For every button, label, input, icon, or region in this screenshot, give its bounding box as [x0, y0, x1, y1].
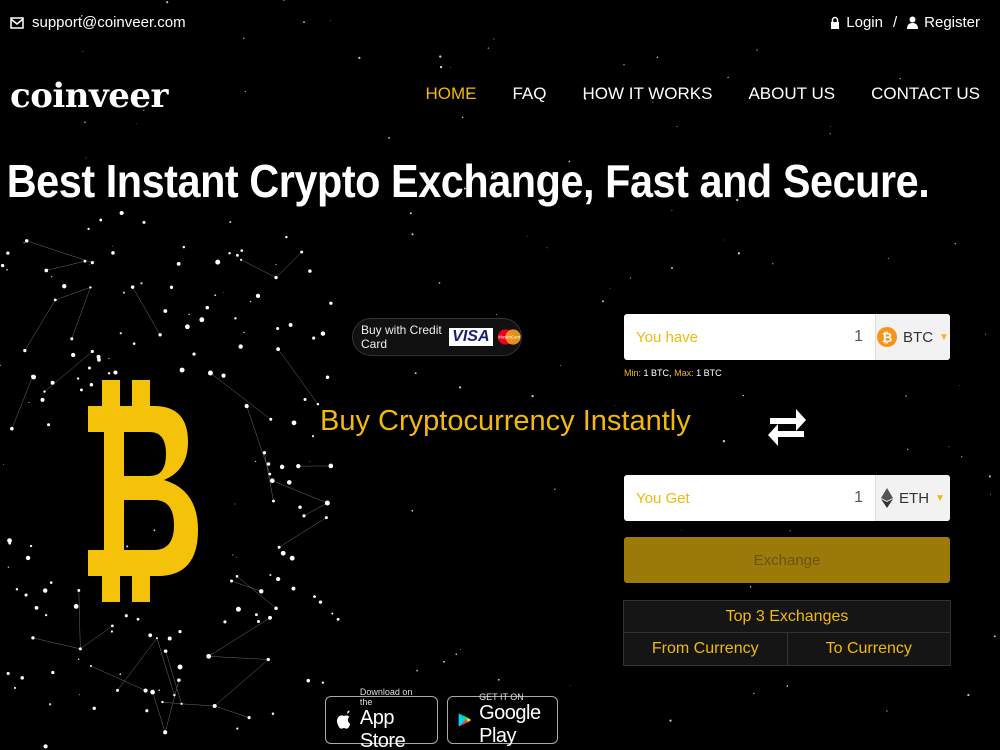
mastercard-text: MasterCard	[498, 335, 521, 340]
have-currency-select[interactable]: ₿ BTC ▼	[875, 314, 950, 360]
main-nav: HOME FAQ HOW IT WORKS ABOUT US CONTACT U…	[425, 84, 980, 104]
google-play-small-text: GET IT ON	[479, 692, 524, 702]
nav-contact-us[interactable]: CONTACT US	[871, 84, 980, 104]
get-currency-select[interactable]: ETH ▼	[875, 475, 950, 521]
chevron-down-icon: ▼	[935, 492, 945, 504]
brand-logo[interactable]: coinveer	[10, 76, 168, 116]
ethereum-icon	[881, 488, 894, 508]
limits-separator: ,	[669, 368, 672, 378]
app-store-label: App Store	[359, 707, 406, 750]
nav-home[interactable]: HOME	[425, 84, 476, 104]
nav-how-it-works[interactable]: HOW IT WORKS	[582, 84, 712, 104]
you-get-label: You Get	[636, 489, 690, 507]
contact-email[interactable]: support@coinveer.com	[10, 14, 186, 31]
email-text: support@coinveer.com	[32, 14, 186, 31]
mail-icon	[10, 16, 24, 29]
top-exchanges-table: Top 3 Exchanges From Currency To Currenc…	[623, 600, 951, 666]
have-currency-label: BTC	[903, 328, 934, 346]
apple-icon	[336, 710, 351, 729]
mastercard-icon: MasterCard	[497, 329, 521, 345]
visa-logo: VISA	[449, 328, 493, 346]
hero-title: Best Instant Crypto Exchange, Fast and S…	[6, 155, 930, 207]
credit-card-label: Buy with Credit Card	[361, 323, 442, 351]
max-label: Max:	[674, 368, 694, 378]
auth-links: Login / Register	[830, 14, 980, 31]
register-link[interactable]: Register	[924, 14, 980, 31]
to-currency-header: To Currency	[825, 640, 912, 657]
buy-crypto-heading: Buy Cryptocurrency Instantly	[320, 405, 691, 437]
get-currency-label: ETH	[899, 489, 930, 507]
max-value: 1 BTC	[696, 368, 722, 378]
nav-about-us[interactable]: ABOUT US	[748, 84, 835, 104]
swap-arrows-icon[interactable]	[766, 405, 808, 447]
you-get-field: You Get 1 ETH ▼	[624, 475, 950, 521]
you-have-label: You have	[636, 328, 699, 346]
min-label: Min:	[624, 368, 642, 378]
app-store-small-text: Download on the	[359, 687, 413, 707]
you-have-input[interactable]: 1	[854, 328, 875, 346]
bitcoin-coin-icon: ₿	[877, 327, 898, 347]
google-play-label: Google Play	[479, 702, 541, 747]
you-have-field: You have 1 ₿ BTC ▼	[624, 314, 950, 360]
user-icon	[907, 16, 919, 29]
exchange-limits: Min: 1 BTC, Max: 1 BTC	[624, 368, 722, 378]
nav-faq[interactable]: FAQ	[512, 84, 546, 104]
google-play-button[interactable]: GET IT ON Google Play	[447, 692, 558, 747]
bitcoin-logo-icon	[88, 380, 198, 602]
login-link[interactable]: Login	[846, 14, 883, 31]
credit-card-button[interactable]: Buy with Credit Card VISA MasterCard	[352, 318, 522, 356]
exchange-button[interactable]: Exchange	[624, 537, 950, 583]
google-play-icon	[458, 713, 472, 727]
auth-separator: /	[892, 14, 898, 31]
min-value: 1 BTC	[643, 368, 670, 378]
you-get-input[interactable]: 1	[854, 489, 875, 507]
app-store-button[interactable]: Download on the App Store	[325, 687, 438, 750]
from-currency-header: From Currency	[624, 633, 788, 665]
chevron-down-icon: ▼	[939, 331, 949, 343]
lock-icon	[831, 16, 840, 29]
top-exchanges-title: Top 3 Exchanges	[624, 601, 950, 633]
